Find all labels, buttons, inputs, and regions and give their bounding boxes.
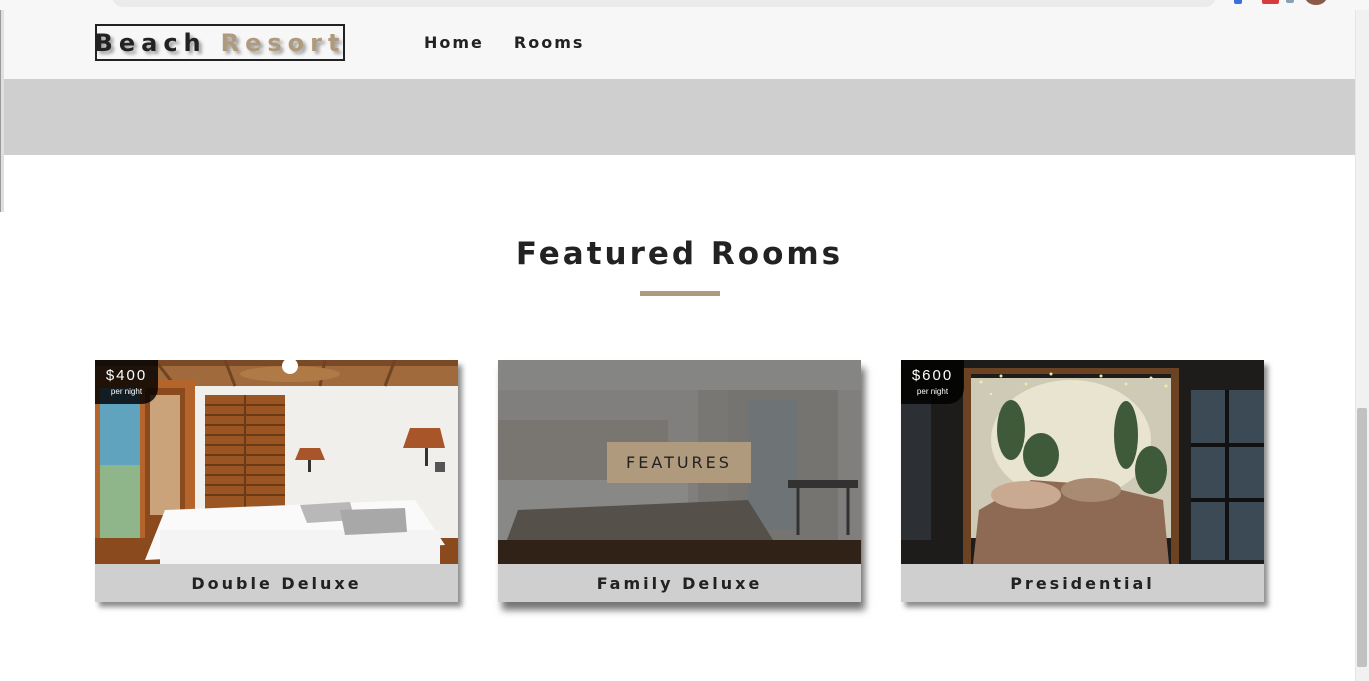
- price-badge: $600 per night: [901, 360, 964, 404]
- room-photo[interactable]: FEATURES: [498, 360, 861, 564]
- room-name[interactable]: Double Deluxe: [95, 564, 458, 602]
- room-name[interactable]: Family Deluxe: [498, 564, 861, 602]
- page: Beach Resort Home Rooms Featured Rooms $…: [0, 0, 1369, 681]
- price-amount: $600: [911, 367, 954, 384]
- scrollbar-thumb[interactable]: [1357, 408, 1367, 667]
- nav-link-rooms[interactable]: Rooms: [514, 33, 585, 52]
- price-badge: $400 per night: [95, 360, 158, 404]
- room-card-family-deluxe[interactable]: FEATURES Family Deluxe: [498, 360, 861, 602]
- extension-icon[interactable]: [1234, 0, 1242, 4]
- nav-link-home[interactable]: Home: [424, 33, 484, 52]
- features-button[interactable]: FEATURES: [607, 442, 751, 483]
- site-logo[interactable]: Beach Resort: [95, 24, 345, 61]
- extension-icon[interactable]: [1262, 0, 1279, 4]
- price-unit: per night: [916, 387, 949, 396]
- hero-band: [4, 79, 1355, 155]
- title-underline: [640, 291, 720, 296]
- window-edge-line: [0, 10, 1, 212]
- logo-word-beach: Beach: [94, 28, 207, 57]
- room-card-double-deluxe[interactable]: $400 per night Double Deluxe: [95, 360, 458, 602]
- price-amount: $400: [105, 367, 148, 384]
- section-title: Featured Rooms: [515, 236, 844, 272]
- room-photo[interactable]: $600 per night: [901, 360, 1264, 564]
- extension-icon[interactable]: [1286, 0, 1294, 3]
- address-bar[interactable]: [112, 0, 1216, 7]
- price-unit: per night: [110, 387, 143, 396]
- room-photo[interactable]: $400 per night: [95, 360, 458, 564]
- nav-links: Home Rooms: [424, 33, 584, 52]
- logo-word-resort: Resort: [220, 28, 346, 57]
- room-card-presidential[interactable]: $600 per night Presidential: [901, 360, 1264, 602]
- navbar: Beach Resort Home Rooms: [4, 10, 1355, 79]
- room-name[interactable]: Presidential: [901, 564, 1264, 602]
